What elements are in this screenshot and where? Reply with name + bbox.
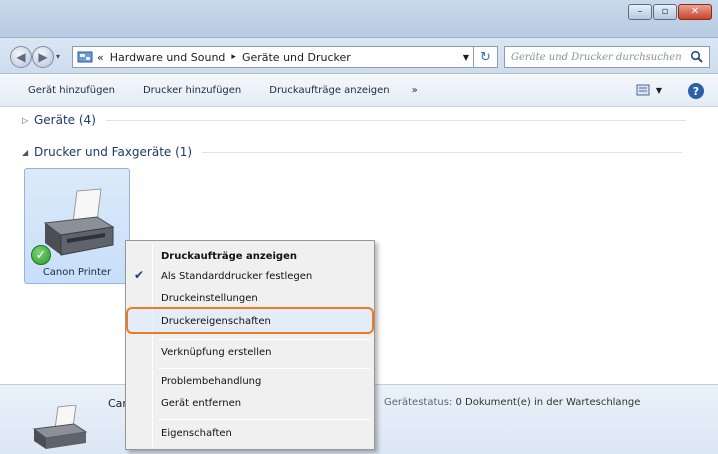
menu-item-troubleshoot[interactable]: Problembehandlung [161, 376, 261, 387]
view-icon [636, 84, 650, 96]
device-tile-canon-printer[interactable]: ✓ Canon Printer [24, 168, 130, 284]
expanded-arrow-icon: ◢ [22, 147, 29, 157]
group-divider [105, 119, 686, 121]
view-print-jobs-button[interactable]: Druckaufträge anzeigen [255, 85, 403, 96]
recent-pages-dropdown[interactable]: ▾ [56, 52, 60, 61]
search-input[interactable]: Geräte und Drucker durchsuchen [504, 46, 710, 68]
group-printers-label: Drucker und Faxgeräte (1) [34, 145, 193, 159]
menu-item-set-default[interactable]: Als Standarddrucker festlegen [161, 271, 312, 282]
printer-icon [43, 188, 115, 256]
menu-item-remove-device[interactable]: Gerät entfernen [161, 398, 241, 409]
arrow-left-icon: ◀ [16, 50, 26, 64]
title-bar: – ▫ ✕ [0, 0, 718, 38]
add-printer-button[interactable]: Drucker hinzufügen [129, 85, 255, 96]
menu-item-create-shortcut[interactable]: Verknüpfung erstellen [161, 347, 271, 358]
breadcrumb-overflow[interactable]: « [97, 51, 104, 64]
group-divider [202, 151, 683, 153]
chevron-down-icon[interactable]: ▼ [463, 53, 469, 62]
breadcrumb-devices-and-printers[interactable]: Geräte und Drucker [242, 51, 351, 64]
default-printer-check-icon: ✓ [31, 245, 51, 265]
address-row: ◀ ▶ ▾ « Hardware und Sound ▸ Geräte und … [0, 38, 718, 74]
group-printers-faxes[interactable]: ◢ Drucker und Faxgeräte (1) [22, 145, 683, 159]
help-button[interactable]: ? [688, 83, 704, 99]
device-status-label: Gerätestatus: [384, 397, 453, 408]
menu-item-properties[interactable]: Eigenschaften [161, 428, 232, 439]
menu-gutter [152, 243, 153, 447]
search-icon[interactable] [690, 50, 704, 64]
context-menu: Druckaufträge anzeigen ✔ Als Standarddru… [125, 240, 375, 450]
window-controls: – ▫ ✕ [628, 4, 712, 20]
refresh-button[interactable]: ↻ [474, 46, 498, 68]
printer-icon [32, 405, 88, 449]
menu-separator [158, 419, 370, 420]
maximize-button[interactable]: ▫ [653, 4, 677, 20]
menu-separator [158, 368, 370, 369]
group-devices-label: Geräte (4) [34, 113, 96, 127]
view-options-button[interactable]: ▼ [636, 84, 662, 96]
minimize-button[interactable]: – [628, 4, 652, 20]
refresh-icon: ↻ [480, 49, 491, 65]
device-status-value: 0 Dokument(e) in der Warteschlange [455, 397, 641, 408]
breadcrumb-hardware-and-sound[interactable]: Hardware und Sound [110, 51, 226, 64]
device-name-label: Canon Printer [42, 267, 112, 278]
breadcrumb-separator[interactable]: ▸ [231, 52, 236, 62]
forward-button[interactable]: ▶ [32, 46, 54, 68]
address-bar[interactable]: « Hardware und Sound ▸ Geräte und Drucke… [72, 46, 474, 68]
more-commands-button[interactable]: » [404, 85, 426, 96]
search-placeholder: Geräte und Drucker durchsuchen [511, 51, 682, 63]
chevron-down-icon: ▼ [655, 85, 662, 95]
add-device-button[interactable]: Gerät hinzufügen [0, 85, 129, 96]
checkmark-icon: ✔ [134, 268, 145, 282]
command-bar: Gerät hinzufügen Drucker hinzufügen Druc… [0, 75, 718, 107]
menu-separator [158, 339, 370, 340]
close-button[interactable]: ✕ [678, 4, 712, 20]
arrow-right-icon: ▶ [38, 50, 48, 64]
device-status: Gerätestatus: 0 Dokument(e) in der Warte… [384, 397, 640, 408]
back-button[interactable]: ◀ [10, 46, 32, 68]
collapsed-arrow-icon: ▷ [22, 115, 29, 125]
menu-item-view-print-jobs[interactable]: Druckaufträge anzeigen [161, 251, 297, 262]
menu-item-print-preferences[interactable]: Druckeinstellungen [161, 293, 258, 304]
group-devices[interactable]: ▷ Geräte (4) [22, 113, 686, 127]
control-panel-icon [77, 51, 93, 63]
menu-item-printer-properties[interactable]: Druckereigenschaften [161, 316, 271, 327]
